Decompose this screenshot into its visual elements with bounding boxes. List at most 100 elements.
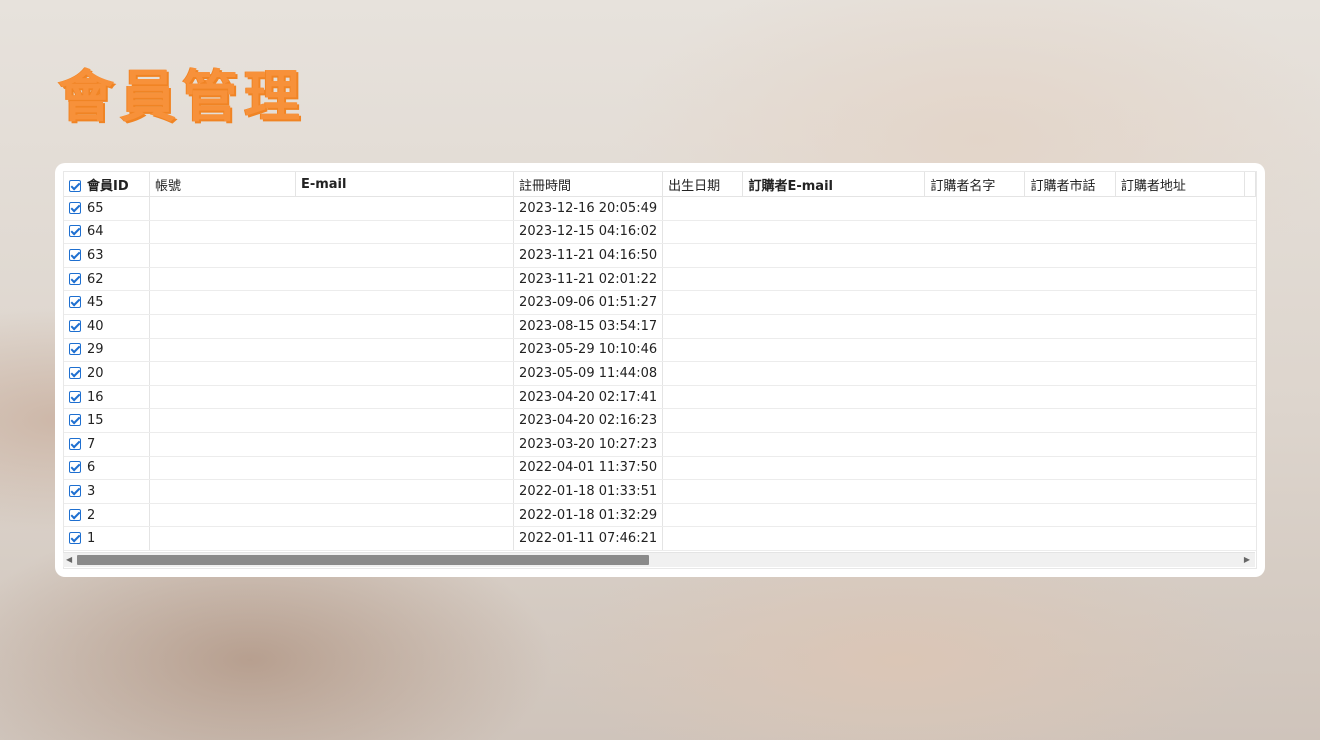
account-cell — [149, 503, 296, 528]
email-cell — [295, 196, 514, 221]
column-header-buyer-email[interactable]: 訂購者E-mail — [742, 172, 926, 197]
email-cell — [295, 408, 514, 433]
register-time-cell: 2023-09-06 01:51:27 — [513, 290, 664, 315]
table-row[interactable]: 15 2023-04-20 02:16:23 — [64, 408, 1256, 433]
row-checkbox[interactable] — [69, 225, 81, 238]
table-row[interactable]: 40 2023-08-15 03:54:17 — [64, 314, 1256, 339]
row-checkbox[interactable] — [69, 248, 81, 261]
member-table-panel: 會員ID 帳號 E-mail 註冊時間 出生日期 訂購者E-mail 訂購者名字… — [55, 163, 1265, 577]
table-row[interactable]: 1 2022-01-11 07:46:21 — [64, 526, 1256, 551]
row-checkbox[interactable] — [69, 414, 81, 427]
email-cell — [295, 267, 514, 292]
row-checkbox[interactable] — [69, 366, 81, 379]
register-time-cell: 2023-11-21 04:16:50 — [513, 243, 664, 268]
member-id-cell: 63 — [64, 243, 150, 268]
account-cell — [149, 243, 296, 268]
column-header-buyer-address[interactable]: 訂購者地址 — [1115, 172, 1245, 197]
register-time-cell: 2023-12-16 20:05:49 — [513, 196, 664, 221]
row-checkbox[interactable] — [69, 532, 81, 545]
table-row[interactable]: 7 2023-03-20 10:27:23 — [64, 432, 1256, 457]
table-row[interactable]: 62 2023-11-21 02:01:22 — [64, 267, 1256, 292]
table-row[interactable]: 45 2023-09-06 01:51:27 — [64, 290, 1256, 315]
email-cell — [295, 479, 514, 504]
row-checkbox[interactable] — [69, 201, 81, 214]
scroll-right-arrow-icon[interactable]: ▶ — [1244, 553, 1250, 567]
account-cell — [149, 408, 296, 433]
register-time-cell: 2023-11-21 02:01:22 — [513, 267, 664, 292]
table-row[interactable]: 63 2023-11-21 04:16:50 — [64, 243, 1256, 268]
email-cell — [295, 290, 514, 315]
member-id-cell: 40 — [64, 314, 150, 339]
table-row[interactable]: 6 2022-04-01 11:37:50 — [64, 456, 1256, 481]
account-cell — [149, 196, 296, 221]
account-cell — [149, 479, 296, 504]
column-header-buyer-name[interactable]: 訂購者名字 — [924, 172, 1026, 197]
register-time-cell: 2023-12-15 04:16:02 — [513, 220, 664, 245]
account-cell — [149, 526, 296, 551]
select-all-checkbox[interactable] — [69, 179, 81, 192]
member-grid[interactable]: 會員ID 帳號 E-mail 註冊時間 出生日期 訂購者E-mail 訂購者名字… — [63, 171, 1257, 569]
member-id-cell: 45 — [64, 290, 150, 315]
row-checkbox[interactable] — [69, 296, 81, 309]
column-header-buyer-phone[interactable]: 訂購者市話 — [1024, 172, 1116, 197]
email-cell — [295, 385, 514, 410]
table-row[interactable]: 20 2023-05-09 11:44:08 — [64, 361, 1256, 386]
register-time-cell: 2022-01-18 01:33:51 — [513, 479, 664, 504]
email-cell — [295, 432, 514, 457]
table-row[interactable]: 2 2022-01-18 01:32:29 — [64, 503, 1256, 528]
account-cell — [149, 432, 296, 457]
account-cell — [149, 290, 296, 315]
column-header-more — [1244, 172, 1256, 197]
row-checkbox[interactable] — [69, 319, 81, 332]
account-cell — [149, 314, 296, 339]
row-checkbox[interactable] — [69, 508, 81, 521]
account-cell — [149, 338, 296, 363]
column-header-birthday[interactable]: 出生日期 — [662, 172, 744, 197]
member-id-cell: 2 — [64, 503, 150, 528]
scrollbar-thumb[interactable] — [77, 555, 649, 565]
email-cell — [295, 361, 514, 386]
account-cell — [149, 385, 296, 410]
account-cell — [149, 456, 296, 481]
column-header-member-id[interactable]: 會員ID — [64, 172, 150, 197]
register-time-cell: 2023-04-20 02:17:41 — [513, 385, 664, 410]
member-id-cell: 20 — [64, 361, 150, 386]
row-checkbox[interactable] — [69, 437, 81, 450]
register-time-cell: 2023-08-15 03:54:17 — [513, 314, 664, 339]
member-id-cell: 7 — [64, 432, 150, 457]
email-cell — [295, 220, 514, 245]
register-time-cell: 2023-03-20 10:27:23 — [513, 432, 664, 457]
email-cell — [295, 243, 514, 268]
email-cell — [295, 338, 514, 363]
register-time-cell: 2022-01-18 01:32:29 — [513, 503, 664, 528]
column-header-account[interactable]: 帳號 — [149, 172, 296, 197]
member-table: 會員ID 帳號 E-mail 註冊時間 出生日期 訂購者E-mail 訂購者名字… — [64, 172, 1256, 551]
table-header-row: 會員ID 帳號 E-mail 註冊時間 出生日期 訂購者E-mail 訂購者名字… — [64, 172, 1256, 197]
row-checkbox[interactable] — [69, 484, 81, 497]
member-id-cell: 62 — [64, 267, 150, 292]
row-checkbox[interactable] — [69, 461, 81, 474]
row-checkbox[interactable] — [69, 343, 81, 356]
member-id-cell: 15 — [64, 408, 150, 433]
account-cell — [149, 267, 296, 292]
table-row[interactable]: 64 2023-12-15 04:16:02 — [64, 220, 1256, 245]
row-checkbox[interactable] — [69, 390, 81, 403]
table-row[interactable]: 29 2023-05-29 10:10:46 — [64, 338, 1256, 363]
register-time-cell: 2023-05-29 10:10:46 — [513, 338, 664, 363]
row-checkbox[interactable] — [69, 272, 81, 285]
register-time-cell: 2022-04-01 11:37:50 — [513, 456, 664, 481]
column-header-email[interactable]: E-mail — [295, 172, 515, 197]
page-title: 會員管理 — [58, 65, 306, 130]
email-cell — [295, 526, 514, 551]
table-row[interactable]: 16 2023-04-20 02:17:41 — [64, 385, 1256, 410]
horizontal-scrollbar[interactable]: ◀ ▶ — [63, 552, 1255, 567]
table-row[interactable]: 65 2023-12-16 20:05:49 — [64, 196, 1256, 221]
email-cell — [295, 314, 514, 339]
member-id-cell: 64 — [64, 220, 150, 245]
scroll-left-arrow-icon[interactable]: ◀ — [66, 553, 72, 567]
member-id-cell: 65 — [64, 196, 150, 221]
register-time-cell: 2022-01-11 07:46:21 — [513, 526, 664, 551]
column-header-register-time[interactable]: 註冊時間 — [513, 172, 664, 197]
member-id-cell: 3 — [64, 479, 150, 504]
table-row[interactable]: 3 2022-01-18 01:33:51 — [64, 479, 1256, 504]
